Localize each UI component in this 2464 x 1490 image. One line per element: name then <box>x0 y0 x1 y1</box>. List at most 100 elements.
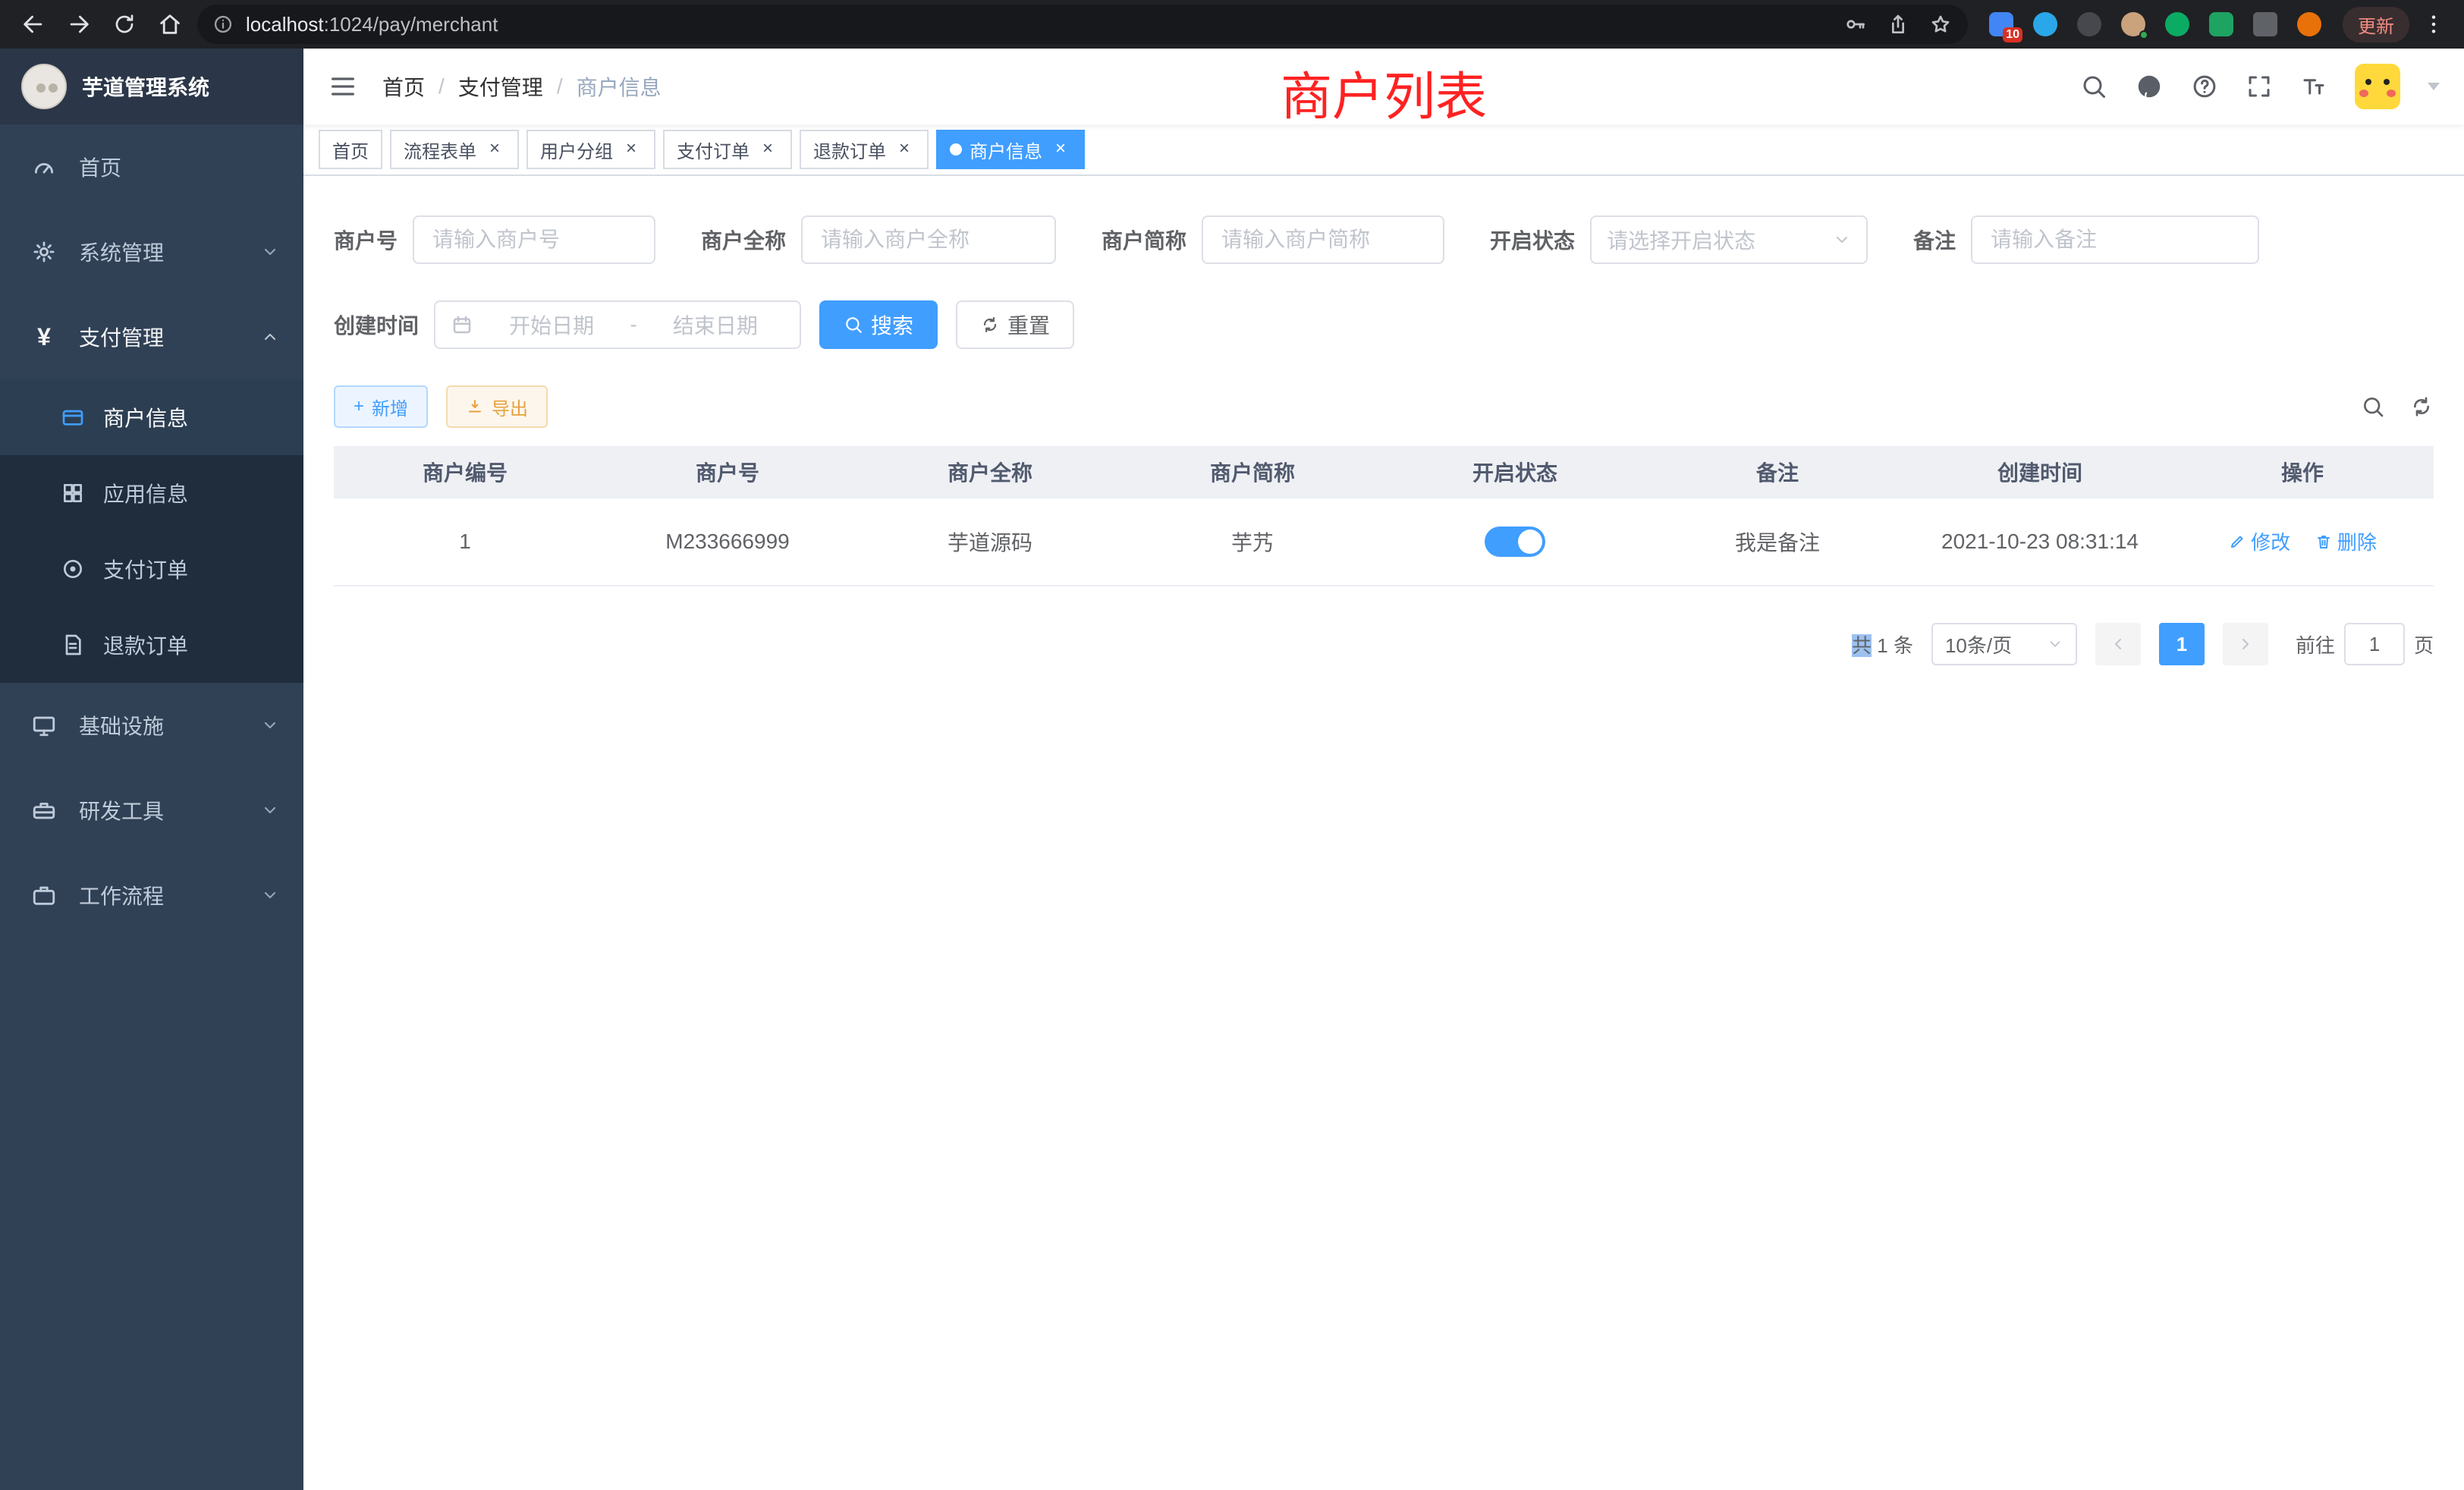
sidebar-toggle-button[interactable] <box>328 71 358 102</box>
sidebar-item-infrastructure[interactable]: 基础设施 <box>0 683 303 768</box>
page-size-select[interactable]: 10条/页 <box>1931 623 2077 665</box>
search-button[interactable]: 搜索 <box>819 300 938 349</box>
edit-button[interactable]: 修改 <box>2228 527 2290 555</box>
chevron-down-icon <box>261 886 279 904</box>
close-icon[interactable]: × <box>894 139 915 160</box>
tab-home[interactable]: 首页 <box>319 130 382 169</box>
font-size-button[interactable] <box>2300 73 2327 100</box>
payment-submenu: 商户信息 应用信息 支付订单 退款订单 <box>0 379 303 683</box>
extension-icon[interactable] <box>2165 12 2189 36</box>
fullscreen-button[interactable] <box>2246 73 2273 100</box>
share-icon[interactable] <box>1886 12 1910 36</box>
close-icon[interactable]: × <box>1050 139 1071 160</box>
cell-merchant-name: 芋道源码 <box>859 498 1121 586</box>
filter-remark: 备注 <box>1913 215 2259 264</box>
breadcrumb-home[interactable]: 首页 <box>382 71 425 102</box>
status-toggle-on[interactable] <box>1485 527 1545 557</box>
chrome-update-button[interactable]: 更新 <box>2343 7 2409 42</box>
record-circle-icon <box>61 557 85 581</box>
page-content: 商户号 商户全称 商户简称 开启状态 请选择开启状态 <box>303 176 2464 1490</box>
bookmark-star-icon[interactable] <box>1928 12 1953 36</box>
header-search-button[interactable] <box>2080 73 2107 100</box>
prev-page-button[interactable] <box>2095 623 2141 665</box>
sidebar-item-system[interactable]: 系统管理 <box>0 209 303 294</box>
profile-avatar-icon[interactable] <box>2297 12 2321 36</box>
tab-process-form[interactable]: 流程表单× <box>390 130 519 169</box>
date-range-picker[interactable]: 开始日期 - 结束日期 <box>434 300 801 349</box>
table-row: 1 M233666999 芋道源码 芋艿 我是备注 2021-10-23 08:… <box>334 498 2434 586</box>
password-key-icon[interactable] <box>1843 12 1868 36</box>
extension-icon[interactable]: 10 <box>1989 12 2013 36</box>
goto-page-input[interactable] <box>2344 623 2405 665</box>
page-info-icon[interactable] <box>212 14 234 35</box>
sidebar-item-payment[interactable]: ¥ 支付管理 <box>0 294 303 379</box>
tab-payment-orders[interactable]: 支付订单× <box>663 130 792 169</box>
grid-icon <box>61 481 85 505</box>
sidebar-item-app-info[interactable]: 应用信息 <box>0 455 303 531</box>
app-title: 芋道管理系统 <box>82 71 209 102</box>
hamburger-icon <box>328 71 358 102</box>
sidebar-item-dev-tools[interactable]: 研发工具 <box>0 768 303 853</box>
merchant-table: 商户编号 商户号 商户全称 商户简称 开启状态 备注 创建时间 操作 1 <box>334 446 2434 586</box>
merchant-short-input[interactable] <box>1202 215 1444 264</box>
close-icon[interactable]: × <box>621 139 642 160</box>
avatar-dropdown-caret[interactable] <box>2428 83 2440 90</box>
cell-merchant-id: 1 <box>334 498 596 586</box>
yen-icon: ¥ <box>30 323 58 350</box>
browser-window: localhost:1024/pay/merchant 10 更新 <box>0 0 2464 1490</box>
chevron-up-icon <box>261 328 279 346</box>
sidebar-item-merchant-info[interactable]: 商户信息 <box>0 379 303 455</box>
reset-button[interactable]: 重置 <box>956 300 1074 349</box>
delete-button[interactable]: 删除 <box>2315 527 2377 555</box>
credit-card-icon <box>61 405 85 429</box>
close-icon[interactable]: × <box>757 139 778 160</box>
toggle-search-button[interactable] <box>2361 395 2385 419</box>
search-icon <box>2080 73 2107 100</box>
address-bar[interactable]: localhost:1024/pay/merchant <box>197 5 1968 44</box>
col-merchant-name: 商户全称 <box>859 446 1121 498</box>
extension-icon[interactable] <box>2077 12 2101 36</box>
tab-refund-orders[interactable]: 退款订单× <box>800 130 929 169</box>
logo-avatar <box>21 64 67 109</box>
font-size-icon <box>2300 73 2327 100</box>
puzzle-extension-icon[interactable] <box>2253 12 2277 36</box>
monitor-icon <box>30 712 58 739</box>
user-avatar[interactable] <box>2355 64 2400 109</box>
filter-merchant-no: 商户号 <box>334 215 655 264</box>
page-number-button[interactable]: 1 <box>2159 623 2205 665</box>
back-button[interactable] <box>15 6 52 42</box>
add-button[interactable]: + 新增 <box>334 385 428 428</box>
refresh-table-button[interactable] <box>2409 395 2434 419</box>
breadcrumb-payment[interactable]: 支付管理 <box>458 71 543 102</box>
home-button[interactable] <box>152 6 188 42</box>
sidebar-item-refund-orders[interactable]: 退款订单 <box>0 607 303 683</box>
extension-icon[interactable] <box>2121 12 2145 36</box>
sidebar-logo: 芋道管理系统 <box>0 49 303 124</box>
col-merchant-no: 商户号 <box>596 446 859 498</box>
tab-user-group[interactable]: 用户分组× <box>526 130 655 169</box>
extension-icon[interactable] <box>2209 12 2233 36</box>
forward-button[interactable] <box>61 6 97 42</box>
merchant-name-input[interactable] <box>801 215 1056 264</box>
export-button[interactable]: 导出 <box>446 385 548 428</box>
chevron-down-icon <box>261 801 279 819</box>
help-button[interactable] <box>2191 73 2218 100</box>
url-text: localhost:1024/pay/merchant <box>246 13 1831 36</box>
close-icon[interactable]: × <box>484 139 505 160</box>
reload-button[interactable] <box>106 6 143 42</box>
total-count: 共 1 条 <box>1852 630 1913 659</box>
browser-toolbar: localhost:1024/pay/merchant 10 更新 <box>0 0 2464 49</box>
next-page-button[interactable] <box>2223 623 2268 665</box>
browser-menu-button[interactable] <box>2418 12 2449 36</box>
github-button[interactable] <box>2135 72 2164 101</box>
sidebar-item-payment-orders[interactable]: 支付订单 <box>0 531 303 607</box>
remark-input[interactable] <box>1971 215 2259 264</box>
merchant-no-input[interactable] <box>413 215 655 264</box>
tags-view: 首页 流程表单× 用户分组× 支付订单× 退款订单× 商户信息× <box>303 124 2464 176</box>
sidebar-item-home[interactable]: 首页 <box>0 124 303 209</box>
extension-icon[interactable] <box>2033 12 2057 36</box>
search-icon <box>2361 395 2385 419</box>
tab-merchant-info[interactable]: 商户信息× <box>936 130 1085 169</box>
status-select[interactable]: 请选择开启状态 <box>1590 215 1868 264</box>
sidebar-item-workflow[interactable]: 工作流程 <box>0 853 303 938</box>
